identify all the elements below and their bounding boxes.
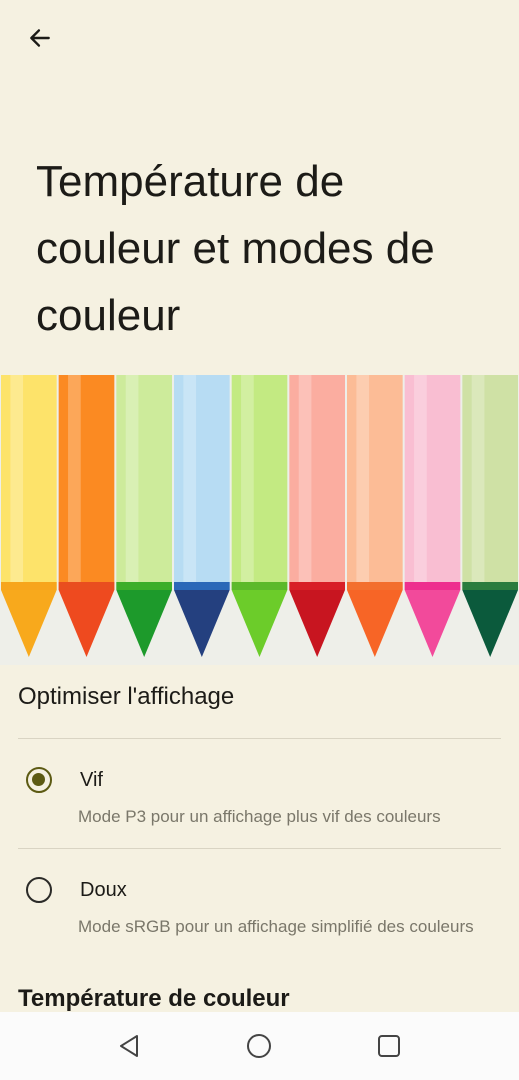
crayon bbox=[231, 375, 288, 657]
option-vif-label: Vif bbox=[80, 769, 103, 791]
square-recents-icon bbox=[378, 1035, 400, 1057]
option-doux-label: Doux bbox=[80, 879, 127, 901]
crayon bbox=[116, 375, 172, 657]
option-doux[interactable]: Doux Mode sRGB pour un affichage simplif… bbox=[0, 860, 519, 970]
crayon bbox=[289, 375, 345, 657]
crayon bbox=[347, 375, 403, 657]
page-title: Température de couleur et modes de coule… bbox=[36, 157, 435, 340]
circle-home-icon bbox=[247, 1034, 271, 1058]
color-temperature-heading: Température de couleur bbox=[18, 985, 290, 1012]
crayon bbox=[174, 375, 230, 657]
crayon bbox=[462, 375, 518, 657]
option-vif-description: Mode P3 pour un affichage plus vif des c… bbox=[78, 807, 441, 826]
option-doux-description: Mode sRGB pour un affichage simplifié de… bbox=[78, 917, 474, 936]
radio-selected-icon[interactable] bbox=[26, 767, 52, 793]
crayon bbox=[1, 375, 57, 657]
nav-back-button[interactable] bbox=[111, 1028, 147, 1064]
arrow-left-icon bbox=[30, 29, 50, 47]
navigation-bar bbox=[0, 1012, 519, 1080]
nav-recents-button[interactable] bbox=[371, 1028, 407, 1064]
back-button[interactable] bbox=[18, 16, 62, 60]
triangle-back-icon bbox=[120, 1035, 138, 1057]
radio-unselected-icon[interactable] bbox=[26, 877, 52, 903]
crayon bbox=[404, 375, 461, 657]
nav-home-button[interactable] bbox=[241, 1028, 277, 1064]
divider bbox=[18, 738, 501, 739]
option-vif[interactable]: Vif Mode P3 pour un affichage plus vif d… bbox=[0, 750, 519, 840]
crayon bbox=[58, 375, 115, 657]
optimize-display-heading: Optimiser l'affichage bbox=[18, 683, 235, 710]
divider bbox=[18, 848, 501, 849]
crayons-illustration bbox=[0, 375, 519, 665]
